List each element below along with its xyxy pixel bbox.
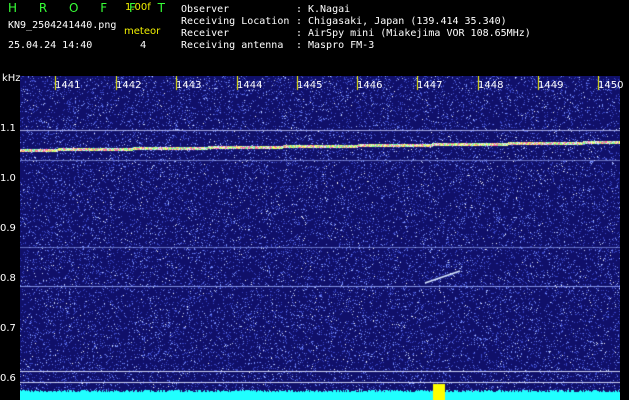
- info-colon: :: [296, 40, 303, 51]
- file-name: KN9_2504241440.png: [8, 20, 117, 31]
- x-tick-label: 1445: [297, 80, 323, 91]
- mode-value: 4: [140, 40, 147, 51]
- app-version: 1.00f: [125, 2, 151, 13]
- info-value-observer: K.Nagai: [308, 4, 351, 15]
- info-key-receiver: Receiver: [181, 28, 230, 39]
- y-tick-label: 0.6: [0, 373, 16, 384]
- mode-label: meteor: [124, 26, 161, 37]
- y-tick-label: 1.1: [0, 123, 16, 134]
- x-tick-label: 1447: [417, 80, 443, 91]
- y-tick-label: 1.0: [0, 173, 16, 184]
- info-value-receiver: AirSpy mini (Miakejima VOR 108.65MHz): [308, 28, 531, 39]
- info-key-location: Receiving Location: [181, 16, 290, 27]
- x-tick-label: 1450: [598, 80, 624, 91]
- x-tick-label: 1441: [55, 80, 81, 91]
- x-tick-label: 1448: [478, 80, 504, 91]
- info-colon: :: [296, 16, 303, 27]
- y-tick-label: 0.7: [0, 323, 16, 334]
- x-tick-label: 1442: [116, 80, 142, 91]
- x-tick-label: 1449: [538, 80, 564, 91]
- y-axis-unit: kHz: [2, 73, 21, 84]
- x-tick-label: 1443: [176, 80, 202, 91]
- info-key-antenna: Receiving antenna: [181, 40, 284, 51]
- info-value-location: Chigasaki, Japan (139.414 35.340): [308, 16, 507, 27]
- x-tick-label: 1444: [237, 80, 263, 91]
- info-key-observer: Observer: [181, 4, 230, 15]
- info-value-antenna: Maspro FM-3: [308, 40, 375, 51]
- timestamp: 25.04.24 14:40: [8, 40, 93, 51]
- spectrogram-canvas[interactable]: [20, 76, 620, 400]
- y-tick-label: 0.8: [0, 273, 16, 284]
- info-colon: :: [296, 4, 303, 15]
- info-colon: :: [296, 28, 303, 39]
- x-tick-label: 1446: [357, 80, 383, 91]
- y-tick-label: 0.9: [0, 223, 16, 234]
- header-panel: H R O F F T 1.00f KN9_2504241440.png met…: [0, 0, 629, 74]
